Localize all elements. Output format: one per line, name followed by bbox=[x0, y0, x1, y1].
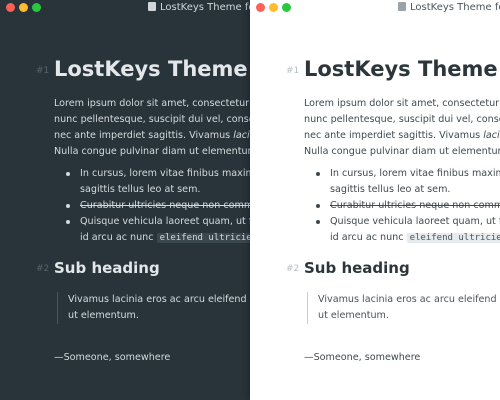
heading1-text: LostKeys Theme for Typora bbox=[304, 57, 500, 81]
inline-code: eleifend ultricies bbox=[406, 233, 500, 243]
heading2-number: #2 bbox=[286, 264, 300, 274]
heading2-text: Sub heading bbox=[304, 259, 410, 277]
list-item[interactable]: In cursus, lorem vitae finibus maximus, … bbox=[304, 166, 500, 198]
zoom-button[interactable] bbox=[32, 3, 41, 12]
minimize-button[interactable] bbox=[269, 3, 278, 12]
titlebar: LostKeys Theme for Typora bbox=[0, 0, 250, 16]
dark-theme-window: LostKeys Theme for Typora #1 LostKeys Th… bbox=[0, 0, 250, 400]
minimize-button[interactable] bbox=[19, 3, 28, 12]
window-title-text: LostKeys Theme for Typora bbox=[160, 2, 250, 13]
paragraph-line: Lorem ipsum dolor sit amet, consectetur … bbox=[54, 98, 250, 109]
paragraph-line: nunc pellentesque, suscipit dui vel, con… bbox=[304, 114, 500, 125]
zoom-button[interactable] bbox=[282, 3, 291, 12]
list-item[interactable]: Quisque vehicula laoreet quam, ut fringi… bbox=[304, 214, 500, 246]
list-item[interactable]: In cursus, lorem vitae finibus maximus, … bbox=[54, 166, 250, 198]
blockquote[interactable]: Vivamus lacinia eros ac arcu eleifend lu… bbox=[57, 292, 250, 324]
heading1-number: #1 bbox=[286, 66, 300, 76]
heading2-number: #2 bbox=[36, 264, 50, 274]
close-button[interactable] bbox=[256, 3, 265, 12]
paragraph[interactable]: Lorem ipsum dolor sit amet, consectetur … bbox=[304, 96, 500, 160]
italic-text: lacinia bbox=[483, 130, 500, 141]
window-title: LostKeys Theme for Typora bbox=[148, 2, 250, 14]
paragraph-line: Nulla congue pulvinar diam ut elementum. bbox=[304, 146, 500, 157]
heading2-text: Sub heading bbox=[54, 259, 160, 277]
paragraph-line: Lorem ipsum dolor sit amet, consectetur … bbox=[304, 98, 500, 109]
blockquote-line: ut elementum. bbox=[318, 310, 389, 321]
light-theme-window: LostKeys Theme for Typora #1 LostKeys Th… bbox=[250, 0, 500, 400]
blockquote-line: Vivamus lacinia eros ac arcu eleifend lu… bbox=[68, 294, 250, 305]
bullet-list[interactable]: In cursus, lorem vitae finibus maximus, … bbox=[54, 166, 250, 246]
italic-text: lacinia bbox=[233, 130, 250, 141]
paragraph[interactable]: Lorem ipsum dolor sit amet, consectetur … bbox=[54, 96, 250, 160]
list-item[interactable]: Quisque vehicula laoreet quam, ut fringi… bbox=[54, 214, 250, 246]
blockquote-line: ut elementum. bbox=[68, 310, 139, 321]
heading1-text: LostKeys Theme for Typora bbox=[54, 57, 250, 81]
strikethrough-text: Curabitur ultricies neque non commodo bbox=[330, 200, 500, 211]
strikethrough-text: Curabitur ultricies neque non commodo bbox=[80, 200, 250, 211]
document-icon bbox=[398, 2, 406, 11]
paragraph-line: Nulla congue pulvinar diam ut elementum. bbox=[54, 146, 250, 157]
list-item[interactable]: Curabitur ultricies neque non commodo bbox=[54, 198, 250, 214]
attribution: —Someone, somewhere bbox=[54, 352, 171, 363]
blockquote-line: Vivamus lacinia eros ac arcu eleifend lu… bbox=[318, 294, 500, 305]
list-item[interactable]: Curabitur ultricies neque non commodo bbox=[304, 198, 500, 214]
inline-code: eleifend ultricies bbox=[156, 233, 250, 243]
paragraph-line: nec ante imperdiet sagittis. Vivamus lac… bbox=[54, 128, 250, 144]
blockquote[interactable]: Vivamus lacinia eros ac arcu eleifend lu… bbox=[307, 292, 500, 324]
paragraph-line: nec ante imperdiet sagittis. Vivamus lac… bbox=[304, 128, 500, 144]
window-title-text: LostKeys Theme for Typora bbox=[410, 2, 500, 13]
document-icon bbox=[148, 2, 156, 11]
bullet-list[interactable]: In cursus, lorem vitae finibus maximus, … bbox=[304, 166, 500, 246]
close-button[interactable] bbox=[6, 3, 15, 12]
attribution: —Someone, somewhere bbox=[304, 352, 421, 363]
paragraph-line: nunc pellentesque, suscipit dui vel, con… bbox=[54, 114, 250, 125]
titlebar: LostKeys Theme for Typora bbox=[250, 0, 500, 16]
window-title: LostKeys Theme for Typora bbox=[398, 2, 500, 14]
heading1-number: #1 bbox=[36, 66, 50, 76]
